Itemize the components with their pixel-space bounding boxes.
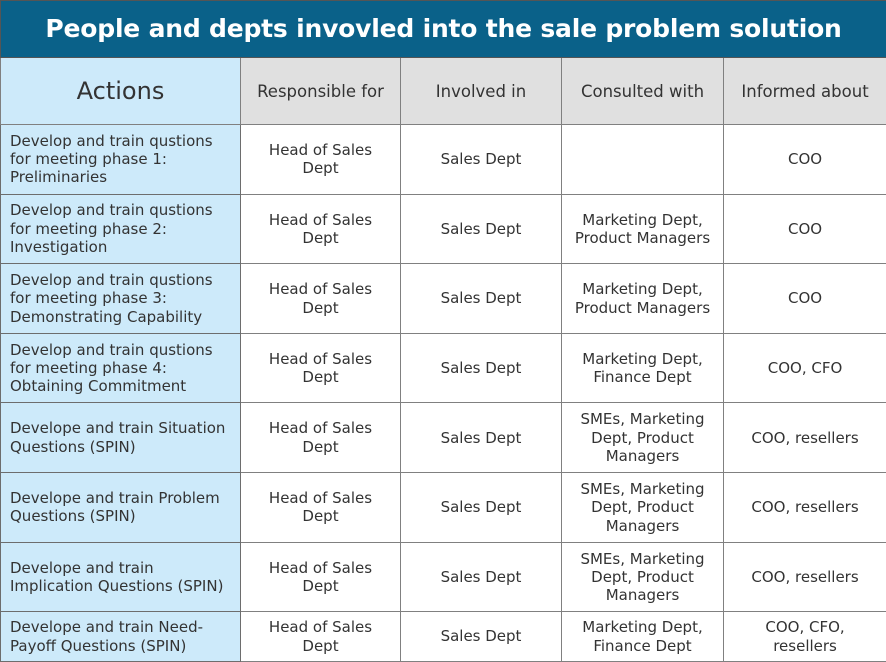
cell-involved: Sales Dept [400, 263, 562, 334]
table-row: Develop and train qustions for meeting p… [0, 193, 886, 265]
cell-consulted: Marketing Dept, Product Managers [561, 193, 724, 265]
cell-involved: Sales Dept [400, 402, 562, 474]
cell-consulted: Marketing Dept, Product Managers [561, 263, 724, 334]
table-title: People and depts invovled into the sale … [0, 0, 886, 58]
cell-informed: COO, CFO [722, 332, 886, 404]
table-row: Develope and train Problem Questions (SP… [0, 472, 886, 543]
column-header-consulted: Consulted with [561, 57, 724, 125]
cell-action: Develope and train Need-Payoff Questions… [0, 611, 241, 662]
cell-action: Develope and train Implication Questions… [0, 541, 241, 613]
cell-action: Develop and train qustions for meeting p… [0, 263, 241, 334]
table-body: Develop and train qustions for meeting p… [0, 124, 886, 662]
cell-involved: Sales Dept [400, 611, 562, 662]
cell-consulted: SMEs, Marketing Dept, Product Managers [561, 541, 724, 613]
cell-involved: Sales Dept [400, 472, 562, 543]
cell-informed: COO, CFO, resellers [722, 611, 886, 662]
cell-informed: COO [722, 124, 886, 195]
cell-involved: Sales Dept [400, 332, 562, 404]
table-row: Develope and train Situation Questions (… [0, 402, 886, 474]
column-header-involved: Involved in [400, 57, 562, 125]
column-header-informed: Informed about [722, 57, 886, 125]
cell-action: Develop and train qustions for meeting p… [0, 193, 241, 265]
cell-involved: Sales Dept [400, 193, 562, 265]
table-row: Develop and train qustions for meeting p… [0, 332, 886, 404]
table-row: Develop and train qustions for meeting p… [0, 263, 886, 334]
cell-consulted: Marketing Dept, Finance Dept [561, 611, 724, 662]
title-banner-row: People and depts invovled into the sale … [0, 0, 886, 58]
column-header-row: Actions Responsible for Involved in Cons… [0, 57, 886, 125]
cell-informed: COO, resellers [722, 541, 886, 613]
cell-action: Develop and train qustions for meeting p… [0, 124, 241, 195]
column-header-responsible: Responsible for [240, 57, 401, 125]
column-header-actions: Actions [0, 57, 241, 125]
table-row: Develope and train Implication Questions… [0, 541, 886, 613]
table-row: Develop and train qustions for meeting p… [0, 124, 886, 195]
cell-action: Develop and train qustions for meeting p… [0, 332, 241, 404]
cell-responsible: Head of Sales Dept [240, 541, 401, 613]
table-row: Develope and train Need-Payoff Questions… [0, 611, 886, 662]
cell-responsible: Head of Sales Dept [240, 124, 401, 195]
cell-responsible: Head of Sales Dept [240, 472, 401, 543]
cell-involved: Sales Dept [400, 541, 562, 613]
cell-consulted: SMEs, Marketing Dept, Product Managers [561, 402, 724, 474]
cell-informed: COO, resellers [722, 472, 886, 543]
cell-action: Develope and train Problem Questions (SP… [0, 472, 241, 543]
cell-informed: COO, resellers [722, 402, 886, 474]
cell-informed: COO [722, 193, 886, 265]
cell-informed: COO [722, 263, 886, 334]
cell-action: Develope and train Situation Questions (… [0, 402, 241, 474]
cell-responsible: Head of Sales Dept [240, 263, 401, 334]
cell-responsible: Head of Sales Dept [240, 332, 401, 404]
cell-consulted: SMEs, Marketing Dept, Product Managers [561, 472, 724, 543]
cell-consulted [561, 124, 724, 195]
cell-responsible: Head of Sales Dept [240, 611, 401, 662]
cell-responsible: Head of Sales Dept [240, 402, 401, 474]
cell-consulted: Marketing Dept, Finance Dept [561, 332, 724, 404]
cell-involved: Sales Dept [400, 124, 562, 195]
cell-responsible: Head of Sales Dept [240, 193, 401, 265]
raci-matrix-table: People and depts invovled into the sale … [0, 0, 886, 662]
